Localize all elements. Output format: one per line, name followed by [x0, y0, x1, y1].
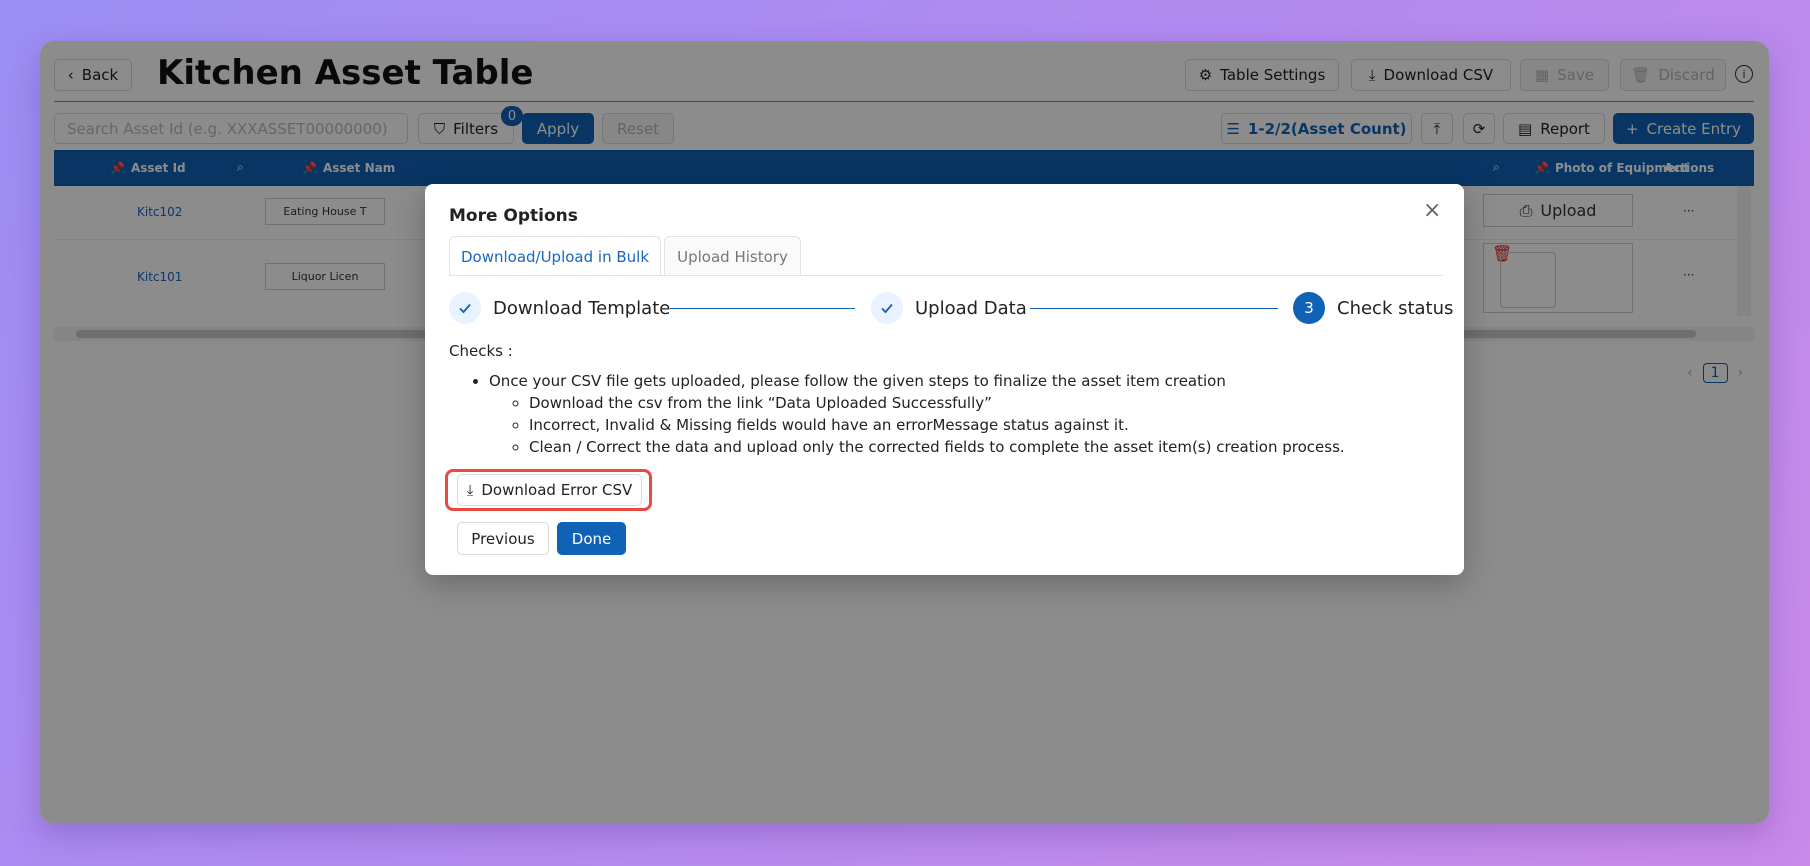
- checks-label: Checks :: [449, 342, 513, 360]
- checks-sub-point: Download the csv from the link “Data Upl…: [529, 392, 1345, 414]
- checks-sub-point: Incorrect, Invalid & Missing fields woul…: [529, 414, 1345, 436]
- app-window: ‹ Back Kitchen Asset Table ⚙ Table Setti…: [40, 41, 1769, 824]
- step-download-template: Download Template: [449, 292, 670, 324]
- download-error-csv-button[interactable]: ⤓ Download Error CSV: [457, 474, 642, 506]
- step-connector: [1030, 308, 1278, 309]
- close-icon[interactable]: ×: [1423, 198, 1441, 223]
- tabs-divider: [449, 275, 1443, 276]
- check-icon: [449, 292, 481, 324]
- previous-button[interactable]: Previous: [457, 522, 549, 555]
- step-upload-data: Upload Data: [871, 292, 1027, 324]
- more-options-modal: More Options × Download/Upload in Bulk U…: [425, 184, 1464, 575]
- done-button[interactable]: Done: [557, 522, 626, 555]
- tab-upload-history[interactable]: Upload History: [664, 236, 801, 276]
- checks-main-point: Once your CSV file gets uploaded, please…: [489, 370, 1345, 392]
- check-icon: [871, 292, 903, 324]
- checks-sub-point: Clean / Correct the data and upload only…: [529, 436, 1345, 458]
- modal-title: More Options: [449, 206, 578, 226]
- tab-download-upload[interactable]: Download/Upload in Bulk: [449, 236, 661, 276]
- download-icon: ⤓: [466, 481, 474, 499]
- step-connector: [670, 308, 855, 309]
- step-check-status: 3 Check status: [1293, 292, 1453, 324]
- step-number: 3: [1293, 292, 1325, 324]
- checks-list: Once your CSV file gets uploaded, please…: [449, 370, 1345, 458]
